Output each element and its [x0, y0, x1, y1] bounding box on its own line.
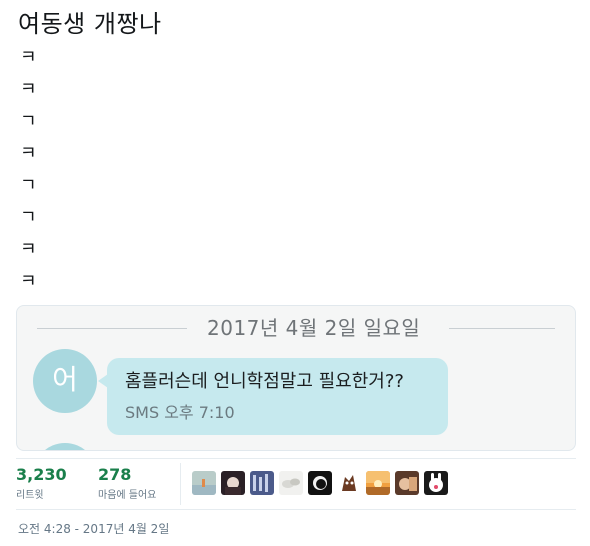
tweet-line: ㅋ — [20, 239, 37, 260]
retweets-stat[interactable]: 3,230 리트윗 — [16, 465, 67, 503]
tweet-line: ㅋ — [20, 143, 37, 164]
tweet-line: ㄱ — [20, 175, 37, 196]
tweet-line: ㄱ — [20, 111, 37, 132]
tweet-line: ㄱ — [20, 207, 37, 228]
retweets-label: 리트윗 — [16, 490, 44, 501]
likes-count: 278 — [98, 465, 132, 484]
sender-avatar-partial — [33, 443, 97, 450]
liker-avatars — [192, 471, 453, 495]
tweet-text: 여동생 개짱나 ㅋ ㅋ ㄱ ㅋ ㄱ ㄱ ㅋ ㅋ — [18, 6, 162, 298]
retweets-count: 3,230 — [16, 465, 67, 484]
liker-avatar-7[interactable] — [366, 471, 390, 495]
liker-avatar-8[interactable] — [395, 471, 419, 495]
sender-avatar: 어 — [33, 349, 97, 413]
tweet-line: ㅋ — [20, 79, 37, 100]
divider-line-left — [37, 328, 187, 329]
tweet-media-image[interactable]: 2017년 4월 2일 일요일 어 홈플러슨데 언니학점말고 필요한거?? SM… — [16, 305, 576, 451]
stats-divider — [180, 463, 181, 505]
tweet-line: ㅋ — [20, 271, 37, 292]
liker-avatar-6[interactable] — [337, 471, 361, 495]
liker-avatar-5[interactable] — [308, 471, 332, 495]
tweet-title: 여동생 개짱나 — [18, 10, 162, 38]
likes-stat[interactable]: 278 마음에 들어요 — [98, 465, 156, 503]
tweet-stats: 3,230 리트윗 278 마음에 들어요 — [16, 458, 576, 510]
liker-avatar-4[interactable] — [279, 471, 303, 495]
message-text: 홈플러슨데 언니학점말고 필요한거?? — [125, 371, 404, 392]
liker-avatar-9[interactable] — [424, 471, 448, 495]
likes-label: 마음에 들어요 — [98, 490, 157, 501]
liker-avatar-2[interactable] — [221, 471, 245, 495]
liker-avatar-3[interactable] — [250, 471, 274, 495]
message-meta: SMS 오후 7:10 — [125, 403, 235, 422]
tweet-line: ㅋ — [20, 47, 37, 68]
liker-avatar-1[interactable] — [192, 471, 216, 495]
message-bubble: 홈플러슨데 언니학점말고 필요한거?? SMS 오후 7:10 — [98, 358, 448, 435]
tweet-timestamp[interactable]: 오전 4:28 - 2017년 4월 2일 — [18, 521, 169, 537]
message-date-label: 2017년 4월 2일 일요일 — [207, 316, 421, 340]
date-divider: 2017년 4월 2일 일요일 — [37, 316, 555, 340]
tweet-lines: ㅋ ㅋ ㄱ ㅋ ㄱ ㄱ ㅋ ㅋ — [18, 42, 162, 298]
divider-line-right — [449, 328, 555, 329]
